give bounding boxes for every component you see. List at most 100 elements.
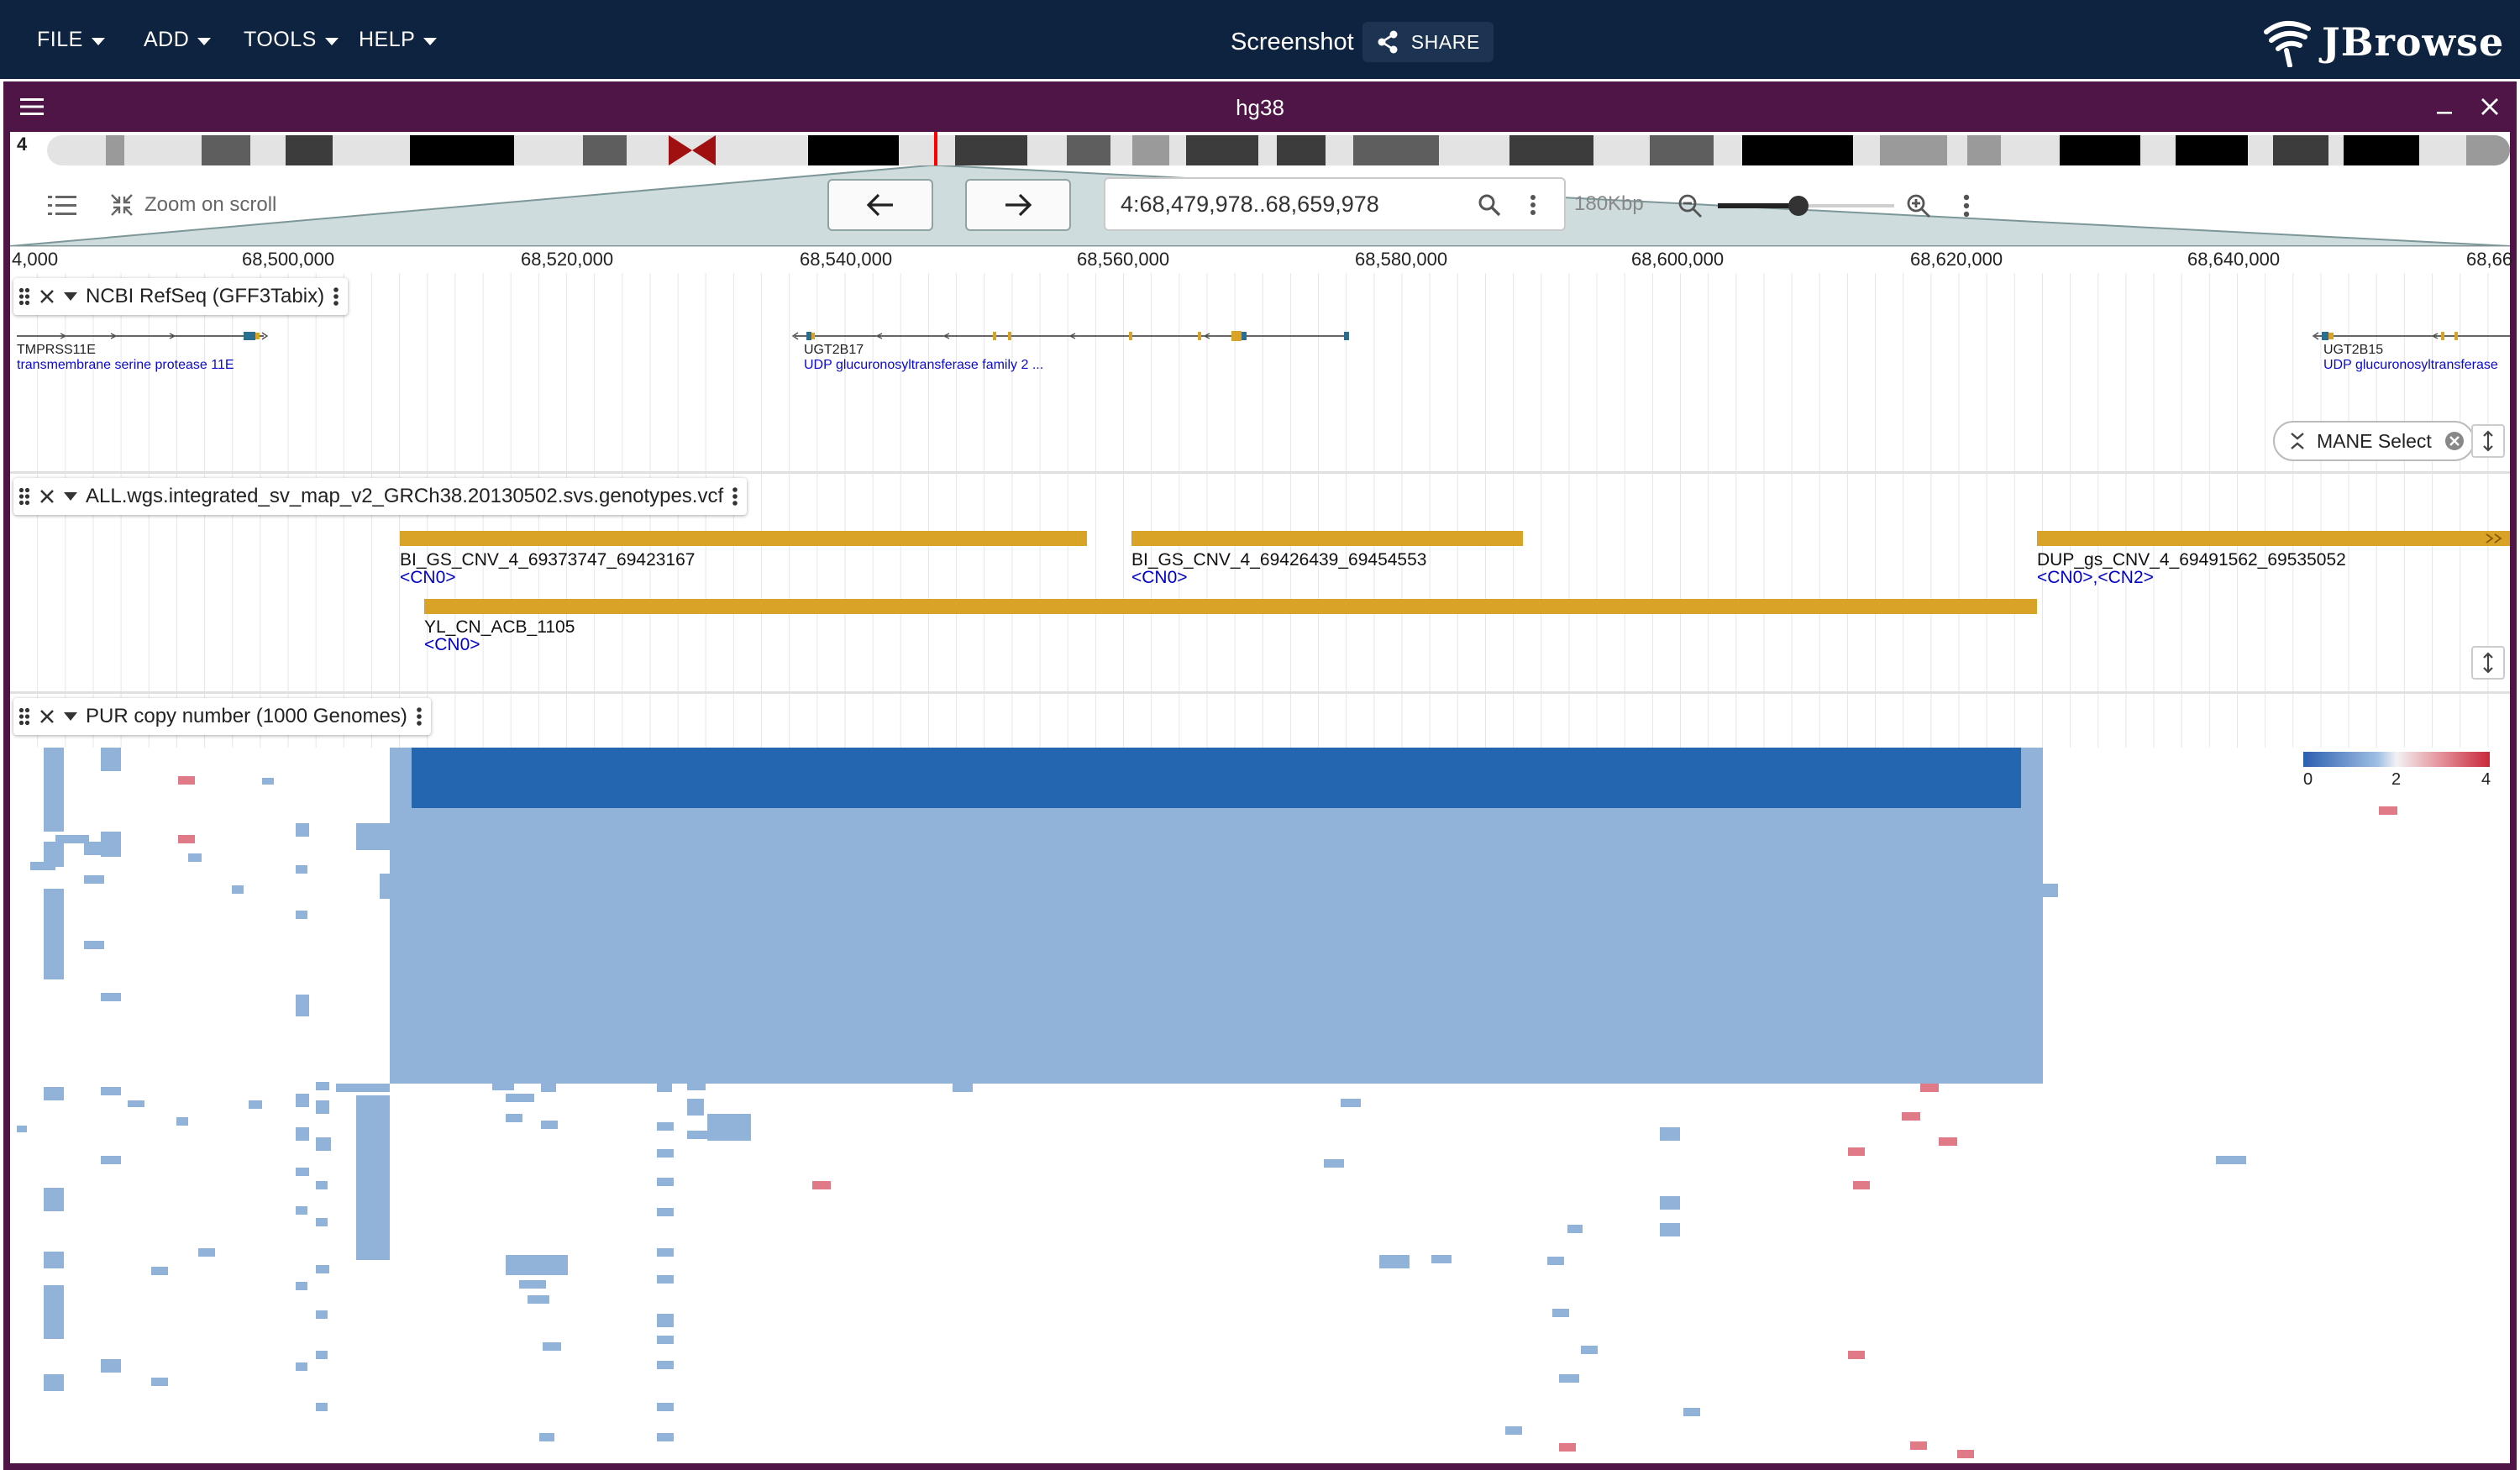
drag-handle-icon[interactable]: [18, 707, 30, 726]
zoom-on-scroll-toggle[interactable]: Zoom on scroll: [109, 192, 276, 218]
collapse-icon: [2291, 433, 2304, 449]
share-button[interactable]: SHARE: [1362, 22, 1494, 62]
menu-add[interactable]: ADD: [144, 0, 212, 79]
track-menu-icon[interactable]: [416, 706, 423, 727]
cn-cell: [44, 1188, 64, 1211]
cn-cell: [953, 1084, 973, 1092]
cn-amplification: [1957, 1450, 1974, 1458]
collapse-track-icon[interactable]: [64, 292, 77, 301]
cn-cell: [657, 1361, 674, 1369]
zoom-out-button[interactable]: [1675, 191, 1705, 221]
track-name: NCBI RefSeq (GFF3Tabix): [86, 285, 325, 307]
gene-tmprss11e[interactable]: [17, 332, 269, 340]
gene-description: UDP glucuronosyltransferase: [2323, 358, 2498, 372]
track-list-icon: [48, 196, 76, 215]
sv-feature-bar[interactable]: [2037, 531, 2510, 546]
cn-cell: [1547, 1257, 1564, 1265]
close-track-icon[interactable]: [39, 288, 55, 305]
copy-number-legend: 0 2 4: [2303, 752, 2496, 789]
drag-handle-icon[interactable]: [18, 487, 30, 506]
search-button[interactable]: [1475, 191, 1504, 219]
menu-tools[interactable]: TOOLS: [244, 0, 339, 79]
mane-select-filter-chip[interactable]: MANE Select: [2273, 421, 2475, 461]
cn-cell: [657, 1149, 674, 1158]
cn-cell: [44, 1252, 64, 1268]
cn-cell: [176, 1117, 188, 1126]
scale-tick-label: 68,540,000: [800, 249, 893, 270]
cn-cell: [356, 823, 390, 850]
gene-ugt2b17[interactable]: [791, 331, 1349, 341]
cn-cell: [1324, 1159, 1344, 1168]
cn-cell: [101, 993, 121, 1001]
track-label-sv-vcf: ALL.wgs.integrated_sv_map_v2_GRCh38.2013…: [13, 478, 748, 515]
close-track-icon[interactable]: [39, 488, 55, 505]
track-resize-button[interactable]: [2471, 424, 2505, 458]
remove-filter-icon[interactable]: [2444, 430, 2465, 452]
kebab-icon: [1963, 194, 1970, 218]
scale-bar[interactable]: 4,000 68,500,000 68,520,000 68,540,000 6…: [10, 246, 2512, 273]
track-menu-icon[interactable]: [333, 286, 339, 307]
minimize-view-button[interactable]: [2431, 93, 2458, 120]
copy-number-heatmap[interactable]: [10, 748, 2510, 1463]
pan-right-button[interactable]: [965, 179, 1071, 231]
close-view-button[interactable]: [2476, 93, 2503, 120]
cn-cell: [506, 1114, 522, 1122]
cn-cell: [657, 1336, 674, 1344]
drag-handle-icon[interactable]: [18, 287, 30, 306]
cn-cell: [316, 1181, 328, 1189]
view-options-button[interactable]: [1956, 189, 1977, 223]
cn-cell: [316, 1218, 328, 1226]
track-label-refseq: NCBI RefSeq (GFF3Tabix): [13, 278, 349, 315]
session-title[interactable]: Screenshot: [1231, 29, 1354, 56]
cn-cell: [249, 1100, 262, 1109]
location-input[interactable]: [1105, 179, 1467, 229]
track-menu-icon[interactable]: [732, 486, 738, 507]
cn-cell: [316, 1403, 328, 1411]
legend-min-label: 0: [2303, 770, 2313, 789]
pan-left-button[interactable]: [827, 179, 933, 231]
scale-tick-label: 68,640,000: [2187, 249, 2281, 270]
zoom-slider-fill: [1718, 203, 1798, 208]
sv-feature-bar[interactable]: [400, 531, 1087, 546]
cn-cell: [296, 1094, 309, 1107]
cn-amplification: [178, 835, 195, 843]
collapse-track-icon[interactable]: [64, 492, 77, 501]
menu-help[interactable]: HELP: [359, 0, 438, 79]
cn-cell: [2021, 820, 2041, 853]
close-track-icon[interactable]: [39, 708, 55, 725]
zoom-slider-thumb[interactable]: [1788, 196, 1809, 216]
share-label: SHARE: [1410, 30, 1480, 53]
chevron-down-icon: [197, 37, 212, 45]
track-separator[interactable]: [10, 691, 2510, 694]
track-label-copy-number: PUR copy number (1000 Genomes): [13, 698, 431, 735]
tracks-area[interactable]: NCBI RefSeq (GFF3Tabix) TMPRSS11E transm…: [10, 273, 2510, 1463]
sv-feature-bar[interactable]: [424, 599, 2037, 614]
sv-feature-bar[interactable]: [1131, 531, 1523, 546]
cn-cell: [296, 1127, 309, 1141]
gene-glyphs: [17, 331, 2510, 341]
mane-select-label: MANE Select: [2317, 429, 2432, 452]
zoom-on-scroll-label: Zoom on scroll: [144, 193, 277, 216]
minimize-icon: [2437, 112, 2452, 114]
menu-file[interactable]: FILE: [37, 0, 105, 79]
chevron-down-icon: [423, 37, 438, 45]
zoom-in-button[interactable]: [1903, 191, 1934, 221]
cn-cell: [44, 842, 64, 858]
gene-ugt2b15[interactable]: [2312, 332, 2510, 340]
cn-cell: [657, 1248, 674, 1257]
cn-cell: [506, 1094, 534, 1102]
cn-cell: [44, 1285, 64, 1339]
collapse-track-icon[interactable]: [64, 712, 77, 721]
legend-mid-label: 2: [2391, 770, 2402, 789]
logo-wave-icon: [2264, 21, 2311, 67]
cn-cell: [296, 1362, 307, 1371]
arrow-right-icon: [1005, 193, 1032, 217]
scale-tick-label: 68,500,000: [242, 249, 335, 270]
cn-cell: [44, 1087, 64, 1100]
chromosome-ideogram[interactable]: 4: [10, 132, 2510, 169]
track-separator[interactable]: [10, 471, 2510, 474]
ideogram-bands: [47, 135, 2510, 165]
track-selector-button[interactable]: [45, 189, 79, 223]
track-resize-button[interactable]: [2471, 646, 2505, 680]
location-menu-button[interactable]: [1520, 191, 1546, 219]
